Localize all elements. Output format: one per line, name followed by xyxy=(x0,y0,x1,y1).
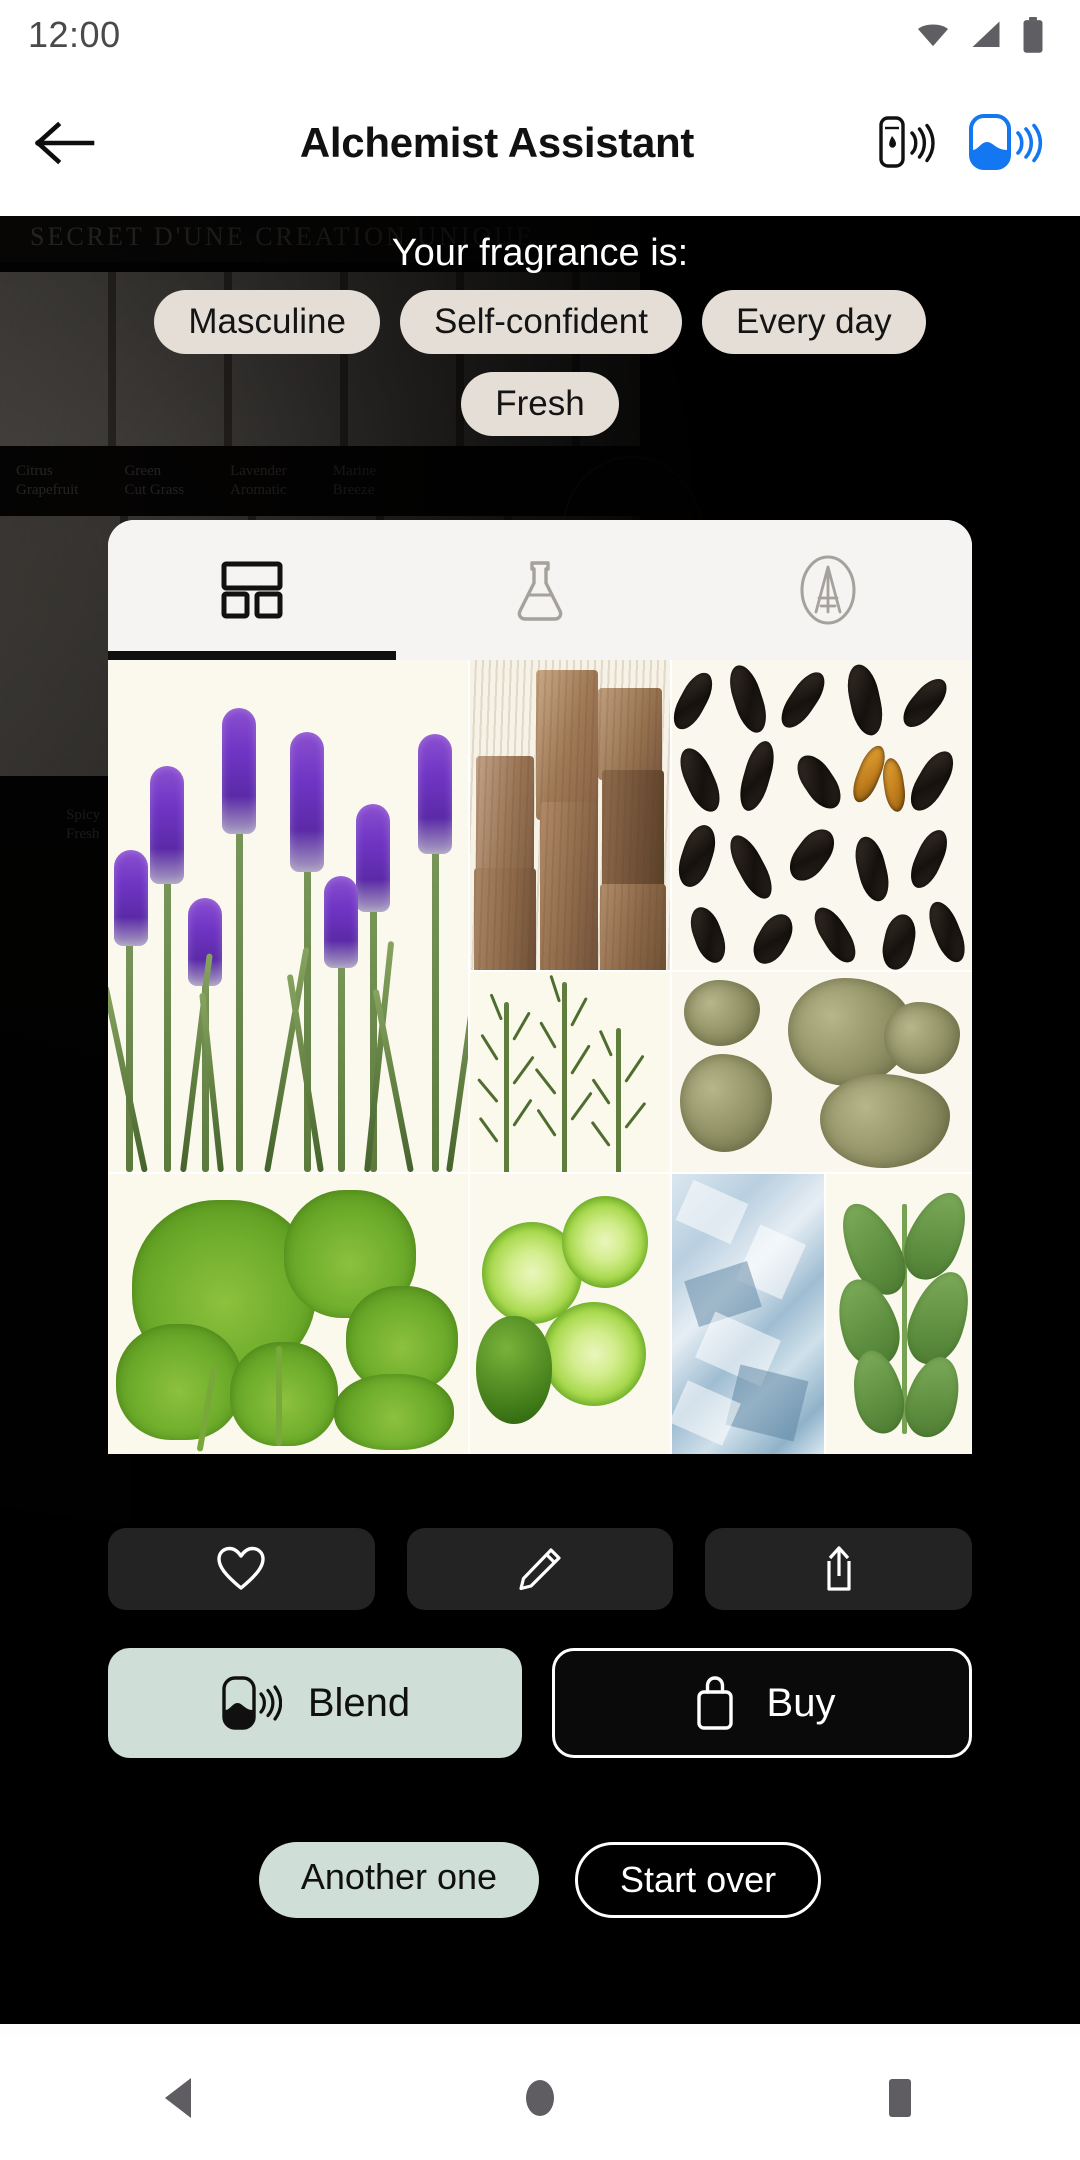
nav-back-button[interactable] xyxy=(80,2074,280,2122)
nav-recents-square-icon xyxy=(889,2079,911,2117)
status-icons xyxy=(914,16,1046,54)
tonka-bean-artwork xyxy=(672,660,972,970)
trait-chip-masculine[interactable]: Masculine xyxy=(154,290,380,354)
ingredient-image-oakmoss[interactable] xyxy=(672,972,972,1172)
tab-formula[interactable] xyxy=(396,520,684,660)
trait-chip-every-day[interactable]: Every day xyxy=(701,290,926,354)
trait-chip-self-confident[interactable]: Self-confident xyxy=(399,290,682,354)
favorite-button[interactable] xyxy=(108,1528,375,1610)
eiffel-tower-icon xyxy=(800,555,856,625)
blend-button[interactable]: Blend xyxy=(108,1648,522,1758)
ice-artwork xyxy=(672,1174,824,1454)
collage-grid-icon xyxy=(221,561,283,619)
heart-icon xyxy=(217,1546,266,1590)
blend-button-label: Blend xyxy=(307,1680,411,1725)
buy-button-label: Buy xyxy=(766,1680,836,1725)
flask-icon xyxy=(517,561,563,621)
cellular-signal-icon xyxy=(972,21,1000,47)
geranium-artwork xyxy=(108,1174,468,1454)
status-clock: 12:00 xyxy=(28,14,121,55)
card-tab-bar xyxy=(108,520,972,660)
result-stage: SECRET D'UNE CREATION UNIQUE CitrusGrape… xyxy=(0,216,1080,2024)
ingredient-image-geranium[interactable] xyxy=(108,1174,468,1454)
wifi-icon xyxy=(917,24,949,47)
oakmoss-artwork xyxy=(672,972,972,1172)
tab-origin[interactable] xyxy=(684,520,972,660)
another-one-button[interactable]: Another one xyxy=(258,1842,540,1918)
nav-back-triangle-icon xyxy=(165,2078,191,2118)
result-heading: Your fragrance is: xyxy=(391,232,689,274)
bergamot-artwork xyxy=(470,1174,670,1454)
battery-icon xyxy=(1023,16,1043,53)
pencil-icon xyxy=(519,1548,561,1591)
share-icon xyxy=(827,1546,851,1591)
active-tab-indicator xyxy=(108,651,396,660)
trait-chip-fresh[interactable]: Fresh xyxy=(461,372,619,436)
ingredient-image-tonka-bean[interactable] xyxy=(672,660,972,970)
nav-home-button[interactable] xyxy=(440,2074,640,2122)
ingredient-image-rosemary[interactable] xyxy=(470,972,670,1172)
ingredient-image-ice[interactable] xyxy=(672,1174,824,1454)
fragrance-trait-chips: Masculine Self-confident Every day Fresh xyxy=(0,290,1080,436)
phone-screen: 12:00 Alchemist Assistant Your fragrance… xyxy=(0,0,1080,2160)
device-connected-signal-icon[interactable] xyxy=(966,112,1044,174)
ingredient-image-bergamot[interactable] xyxy=(470,1174,670,1454)
nav-home-circle-icon xyxy=(526,2080,554,2116)
primary-cta-row: Blend Buy xyxy=(108,1648,972,1758)
cedarwood-artwork xyxy=(470,660,670,970)
edit-button[interactable] xyxy=(406,1528,674,1610)
status-bar: 12:00 xyxy=(0,0,1080,70)
back-button[interactable] xyxy=(0,121,130,165)
rosemary-artwork xyxy=(470,972,670,1172)
ingredient-collage xyxy=(108,660,972,1454)
device-signal-icon xyxy=(222,1676,282,1730)
fragrance-dispenser-signal-icon[interactable] xyxy=(874,112,940,174)
app-bar: Alchemist Assistant xyxy=(0,70,1080,216)
start-over-button[interactable]: Start over xyxy=(575,1842,822,1918)
card-action-row xyxy=(108,1528,973,1610)
tab-collage[interactable] xyxy=(108,520,396,660)
sage-artwork xyxy=(826,1174,972,1454)
ingredient-image-sage[interactable] xyxy=(826,1174,972,1454)
page-title: Alchemist Assistant xyxy=(299,119,695,166)
ingredient-image-cedarwood[interactable] xyxy=(470,660,670,970)
ingredient-image-lavender[interactable] xyxy=(108,660,468,1172)
share-button[interactable] xyxy=(705,1528,973,1610)
android-nav-bar xyxy=(0,2036,1080,2160)
footer-pill-row: Another one Start over xyxy=(0,1842,1080,1918)
buy-button[interactable]: Buy xyxy=(552,1648,972,1758)
nav-recents-button[interactable] xyxy=(800,2074,1000,2122)
nav-gap-strip xyxy=(0,2024,1080,2036)
back-arrow-icon xyxy=(34,121,95,165)
lavender-artwork xyxy=(108,660,468,1172)
fragrance-result-card xyxy=(108,520,972,1454)
app-bar-actions xyxy=(874,112,1080,174)
shopping-bag-icon xyxy=(696,1676,733,1730)
